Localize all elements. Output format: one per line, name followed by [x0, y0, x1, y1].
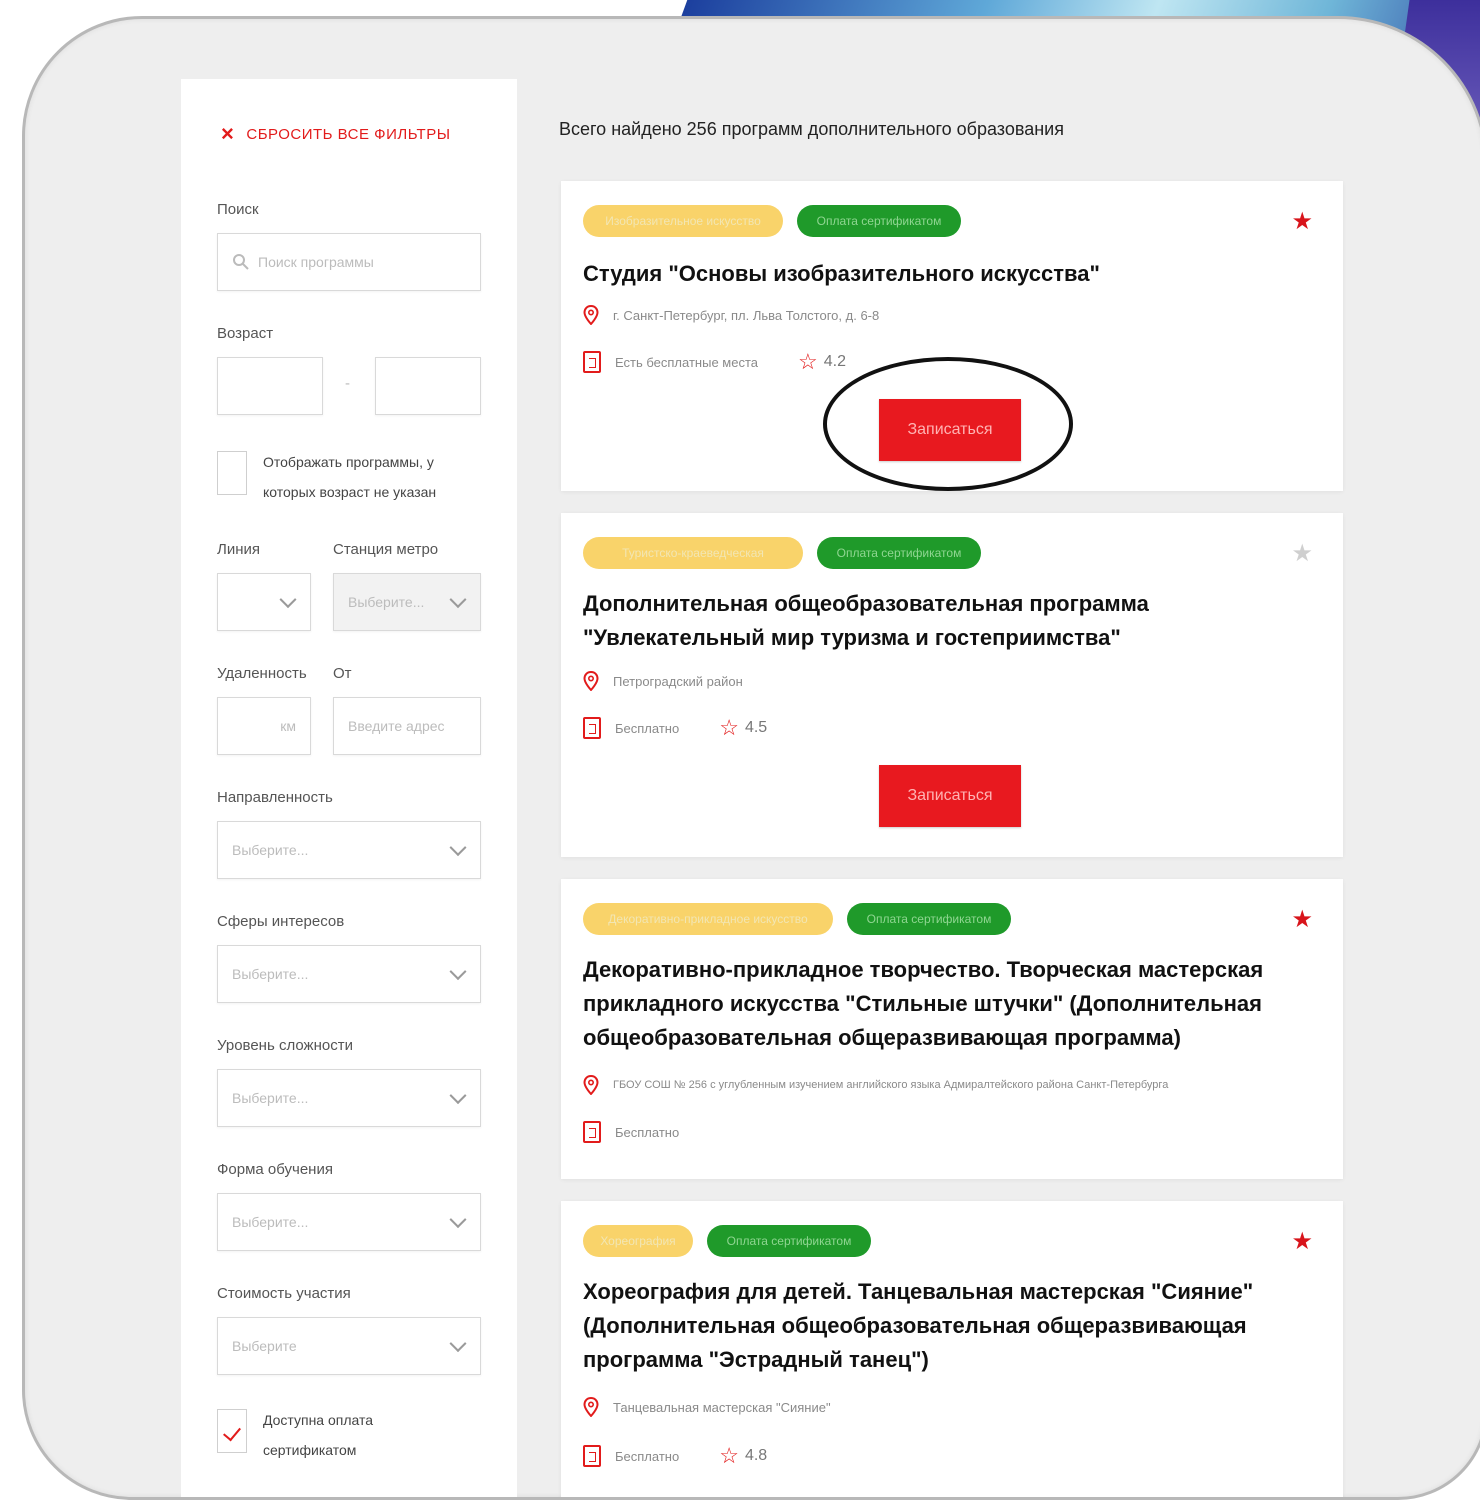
- chevron-down-icon: [279, 591, 297, 609]
- category-tag: Изобразительное искусство: [583, 205, 783, 237]
- certificate-checkbox[interactable]: [217, 1409, 247, 1453]
- age-to-input[interactable]: [375, 357, 481, 415]
- favorite-star-icon[interactable]: ★: [1291, 905, 1313, 934]
- program-rating: 4.5: [744, 719, 768, 736]
- level-label: Уровень сложности: [217, 1037, 353, 1054]
- from-label: От: [333, 665, 352, 682]
- book-icon: [583, 351, 601, 373]
- category-tag: Хореография: [583, 1225, 693, 1257]
- program-address: Петроградский район: [613, 673, 743, 689]
- category-tag: Декоративно-прикладное искусство: [583, 903, 833, 935]
- filters-sidebar: × СБРОСИТЬ ВСЕ ФИЛЬТРЫ Поиск Поиск прогр…: [181, 79, 517, 1497]
- enroll-button[interactable]: Записаться: [879, 765, 1021, 827]
- location-pin-icon: [583, 1075, 599, 1095]
- form-select[interactable]: Выберите...: [217, 1193, 481, 1251]
- program-seats: Бесплатно: [615, 1124, 680, 1140]
- reset-filters-button[interactable]: × СБРОСИТЬ ВСЕ ФИЛЬТРЫ: [221, 123, 451, 145]
- age-separator: -: [345, 375, 350, 392]
- program-rating: 4.8: [744, 1447, 768, 1464]
- line-label: Линия: [217, 541, 261, 558]
- program-title[interactable]: Хореография для детей. Танцевальная маст…: [583, 1275, 1283, 1377]
- location-pin-icon: [583, 305, 599, 325]
- show-no-age-checkbox[interactable]: [217, 451, 247, 495]
- screenshot-frame: × СБРОСИТЬ ВСЕ ФИЛЬТРЫ Поиск Поиск прогр…: [22, 16, 1480, 1500]
- rating-star-icon: ☆: [798, 349, 818, 374]
- level-placeholder: Выберите...: [232, 1090, 309, 1106]
- distance-label: Удаленность: [217, 665, 307, 682]
- direction-label: Направленность: [217, 789, 333, 806]
- form-label: Форма обучения: [217, 1161, 333, 1178]
- category-tag: Туристско-краеведческая: [583, 537, 803, 569]
- program-seats: Бесплатно: [615, 1448, 680, 1464]
- favorite-star-icon[interactable]: ★: [1291, 207, 1313, 236]
- rating-star-icon: ☆: [719, 715, 739, 740]
- interests-label: Сферы интересов: [217, 913, 345, 930]
- cost-placeholder: Выберите: [232, 1338, 297, 1354]
- chevron-down-icon: [449, 1211, 467, 1229]
- program-title[interactable]: Дополнительная общеобразовательная прогр…: [583, 587, 1283, 655]
- program-card[interactable]: Туристско-краеведческая Оплата сертифика…: [561, 513, 1343, 857]
- program-address: ГБОУ СОШ № 256 с углубленным изучением а…: [613, 1079, 1169, 1091]
- chevron-down-icon: [449, 1087, 467, 1105]
- form-placeholder: Выберите...: [232, 1214, 309, 1230]
- age-label: Возраст: [217, 325, 274, 342]
- search-icon: [233, 254, 249, 270]
- age-from-input[interactable]: [217, 357, 323, 415]
- interests-select[interactable]: Выберите...: [217, 945, 481, 1003]
- line-select[interactable]: [217, 573, 311, 631]
- interests-placeholder: Выберите...: [232, 966, 309, 982]
- chevron-down-icon: [449, 963, 467, 981]
- book-icon: [583, 1121, 601, 1143]
- program-seats: Бесплатно: [615, 720, 680, 736]
- distance-input[interactable]: км: [217, 697, 311, 755]
- cost-label: Стоимость участия: [217, 1285, 351, 1302]
- program-address: г. Санкт-Петербург, пл. Льва Толстого, д…: [613, 307, 880, 323]
- search-placeholder: Поиск программы: [258, 254, 374, 270]
- favorite-star-icon[interactable]: ★: [1291, 1227, 1313, 1256]
- certificate-tag: Оплата сертификатом: [797, 205, 961, 237]
- program-title[interactable]: Студия "Основы изобразительного искусств…: [583, 257, 1283, 291]
- book-icon: [583, 1445, 601, 1467]
- chevron-down-icon: [449, 1335, 467, 1353]
- chevron-down-icon: [449, 839, 467, 857]
- program-address: Танцевальная мастерская "Сияние": [613, 1399, 831, 1415]
- results-count: Всего найдено 256 программ дополнительно…: [559, 119, 1064, 139]
- direction-select[interactable]: Выберите...: [217, 821, 481, 879]
- distance-unit: км: [280, 718, 296, 734]
- show-no-age-label: Отображать программы, у которых возраст …: [263, 454, 437, 500]
- enroll-button[interactable]: Записаться: [879, 399, 1021, 461]
- location-pin-icon: [583, 1397, 599, 1417]
- search-input[interactable]: Поиск программы: [217, 233, 481, 291]
- direction-placeholder: Выберите...: [232, 842, 309, 858]
- program-rating: 4.2: [823, 353, 846, 370]
- metro-select[interactable]: Выберите...: [333, 573, 481, 631]
- close-icon: ×: [221, 121, 235, 146]
- program-card[interactable]: Хореография Оплата сертификатом ★ Хореог…: [561, 1201, 1343, 1497]
- results-panel: Всего найдено 256 программ дополнительно…: [535, 79, 1435, 1497]
- location-pin-icon: [583, 671, 599, 691]
- rating-star-icon: ☆: [719, 1443, 739, 1468]
- program-card[interactable]: Изобразительное искусство Оплата сертифи…: [561, 181, 1343, 491]
- certificate-tag: Оплата сертификатом: [847, 903, 1011, 935]
- search-label: Поиск: [217, 201, 259, 218]
- book-icon: [583, 717, 601, 739]
- metro-placeholder: Выберите...: [348, 594, 425, 610]
- certificate-tag: Оплата сертификатом: [707, 1225, 871, 1257]
- level-select[interactable]: Выберите...: [217, 1069, 481, 1127]
- cost-select[interactable]: Выберите: [217, 1317, 481, 1375]
- program-title[interactable]: Декоративно-прикладное творчество. Творч…: [583, 953, 1283, 1055]
- metro-label: Станция метро: [333, 541, 439, 558]
- certificate-tag: Оплата сертификатом: [817, 537, 981, 569]
- certificate-label: Доступна оплата сертификатом: [263, 1412, 374, 1458]
- from-address-input[interactable]: Введите адрес: [333, 697, 481, 755]
- favorite-star-icon[interactable]: ★: [1291, 539, 1313, 568]
- program-card[interactable]: Декоративно-прикладное искусство Оплата …: [561, 879, 1343, 1179]
- program-seats: Есть бесплатные места: [615, 354, 758, 370]
- chevron-down-icon: [449, 591, 467, 609]
- reset-filters-label: СБРОСИТЬ ВСЕ ФИЛЬТРЫ: [246, 125, 451, 143]
- from-placeholder: Введите адрес: [348, 718, 445, 734]
